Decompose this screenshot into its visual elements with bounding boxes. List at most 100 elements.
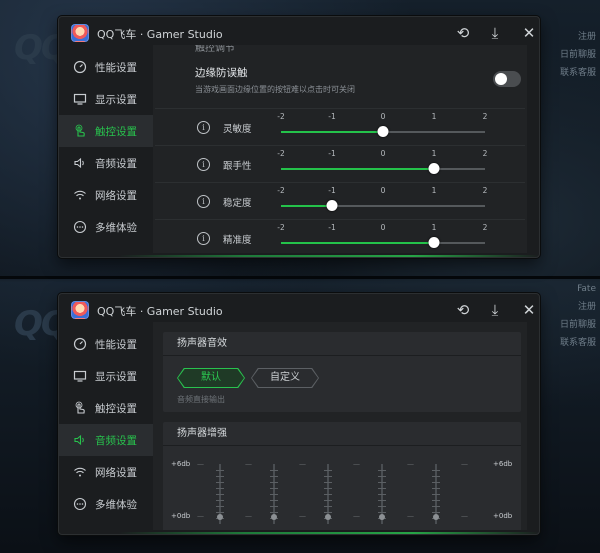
background-side-label: 联系客服 [559,68,596,78]
screenshot-divider [0,276,600,279]
slider-thumb[interactable] [326,200,338,211]
eq-knob[interactable] [325,514,331,520]
title-bar[interactable]: QQ飞车 · Gamer Studio ⟲ ⤓ ✕ [59,294,539,324]
eq-knob[interactable] [433,514,439,520]
refresh-icon[interactable]: ⟲ [451,21,475,45]
info-icon[interactable]: i [197,158,210,171]
background-side-label: 联系客服 [559,338,596,348]
slider-thumb[interactable] [377,126,389,137]
eq-dash: — [299,512,306,520]
settings-window-audio: QQ飞车 · Gamer Studio ⟲ ⤓ ✕ 性能设置 显示设置 触控设置… [58,293,540,535]
slider-row-precision: i 精准度 -2 -1 0 1 2 [155,219,525,253]
effect-default-button[interactable]: 默认 [177,368,245,388]
slider-ticks: -2 -1 0 1 2 [277,149,487,159]
sidebar-item-touch[interactable]: 触控设置 [59,392,153,424]
touch-settings-content[interactable]: 触控调节 边缘防误触 当游戏画面边缘位置的按钮难以点击时可关闭 i 灵敏度 -2… [153,45,531,253]
audio-settings-content[interactable]: 扬声器音效 默认 自定义 音频直接输出 扬声器增强 +6db +0db +6db… [153,322,531,530]
title-bar[interactable]: QQ飞车 · Gamer Studio ⟲ ⤓ ✕ [59,17,539,47]
slider-track[interactable] [281,237,485,248]
tick-label: 0 [380,186,386,195]
sidebar-item-multi-experience[interactable]: 多维体验 [59,211,153,243]
slider-fill [281,242,434,244]
sidebar-item-network[interactable]: 网络设置 [59,179,153,211]
eq-dash: — [299,460,306,468]
sidebar-item-performance[interactable]: 性能设置 [59,51,153,83]
background-side-label: 注册 [577,302,596,312]
info-icon[interactable]: i [197,195,210,208]
tick-label: -1 [328,223,336,232]
slider-track[interactable] [281,163,485,174]
background-side-label: 日前聊服 [559,50,596,60]
slider-thumb[interactable] [428,163,440,174]
sidebar-item-display[interactable]: 显示设置 [59,83,153,115]
sidebar-item-audio[interactable]: 音频设置 [59,147,153,179]
background-side-label: 注册 [577,32,596,42]
sidebar-item-performance[interactable]: 性能设置 [59,328,153,360]
tick-label: -2 [277,223,285,232]
eq-knob[interactable] [217,514,223,520]
sidebar-item-touch[interactable]: 触控设置 [59,115,153,147]
edge-guard-subtitle: 当游戏画面边缘位置的按钮难以点击时可关闭 [195,85,355,94]
sidebar-item-label: 显示设置 [95,370,137,383]
effect-custom-button[interactable]: 自定义 [251,368,319,388]
download-icon[interactable]: ⤓ [483,298,507,322]
sidebar-item-label: 触控设置 [95,125,137,138]
eq-band-slider[interactable] [432,464,440,524]
eq-dash: — [461,512,468,520]
slider-track[interactable] [281,126,485,137]
tick-label: -1 [328,149,336,158]
refresh-icon[interactable]: ⟲ [451,298,475,322]
eq-band-slider[interactable] [324,464,332,524]
tick-label: -2 [277,149,285,158]
touch-hand-icon [73,401,87,415]
info-icon[interactable]: i [197,232,210,245]
slider-row-responsiveness: i 跟手性 -2 -1 0 1 2 [155,145,525,182]
background-side-label: 日前聊服 [559,320,596,330]
touch-hand-icon [73,124,87,138]
eq-dash: — [197,512,204,520]
eq-knob[interactable] [271,514,277,520]
window-title: QQ飞车 · Gamer Studio [97,305,223,318]
info-icon[interactable]: i [197,121,210,134]
tick-label: -2 [277,112,285,121]
close-icon[interactable]: ✕ [517,21,539,45]
slider-track[interactable] [281,200,485,211]
eq-top-label: +6db [493,460,513,468]
speaker-effect-section: 扬声器音效 默认 自定义 音频直接输出 [163,332,521,412]
sidebar-item-label: 性能设置 [95,61,137,74]
section-heading-partial: 触控调节 [195,45,235,54]
edge-guard-toggle[interactable] [493,71,521,87]
sidebar-item-audio[interactable]: 音频设置 [59,424,153,456]
tick-label: -2 [277,186,285,195]
eq-band-slider[interactable] [216,464,224,524]
monitor-icon [73,92,87,106]
eq-knob[interactable] [379,514,385,520]
slider-row-sensitivity: i 灵敏度 -2 -1 0 1 2 [155,108,525,145]
eq-band-slider[interactable] [270,464,278,524]
tick-label: 1 [431,149,437,158]
sidebar-item-label: 触控设置 [95,402,137,415]
eq-band-slider[interactable] [378,464,386,524]
slider-label: 跟手性 [223,161,252,172]
scrollbar[interactable] [527,322,531,530]
dots-circle-icon [73,497,87,511]
download-icon[interactable]: ⤓ [483,21,507,45]
slider-ticks: -2 -1 0 1 2 [277,186,487,196]
eq-ticks [378,470,386,520]
speaker-icon [73,156,87,170]
slider-label: 稳定度 [223,198,252,209]
sidebar-item-network[interactable]: 网络设置 [59,456,153,488]
slider-thumb[interactable] [428,237,440,248]
close-icon[interactable]: ✕ [517,298,539,322]
tick-label: 0 [380,149,386,158]
sidebar-item-multi-experience[interactable]: 多维体验 [59,488,153,520]
dots-circle-icon [73,220,87,234]
wifi-icon [73,188,87,202]
slider-row-stability: i 稳定度 -2 -1 0 1 2 [155,182,525,219]
button-label: 自定义 [270,372,300,383]
scrollbar[interactable] [527,45,531,253]
eq-dash: — [245,512,252,520]
slider-fill [281,205,332,207]
sidebar-item-display[interactable]: 显示设置 [59,360,153,392]
background-side-menu: Fate 注册 日前聊服 联系客服 [534,280,596,352]
